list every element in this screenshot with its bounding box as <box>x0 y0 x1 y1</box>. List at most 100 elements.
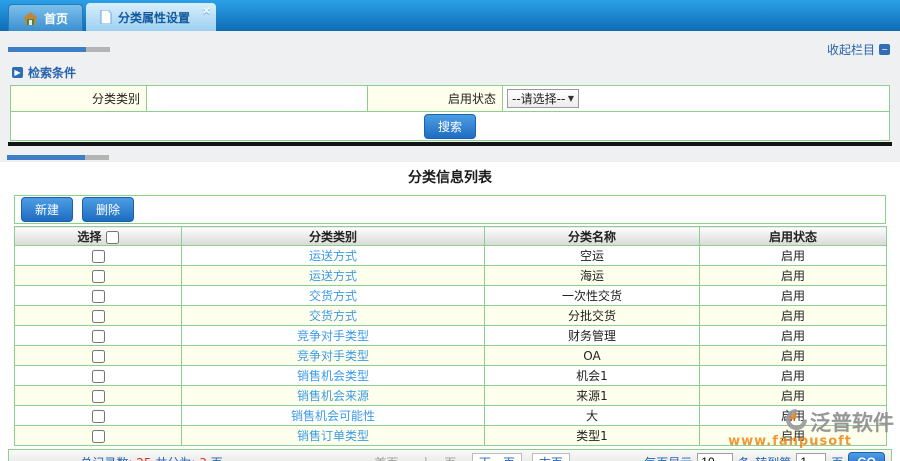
table-row: 销售机会类型 机会1 启用 <box>14 365 887 386</box>
page-top-strip: 收起栏目 − <box>0 31 900 58</box>
row-checkbox[interactable] <box>91 409 105 423</box>
category-field-cell <box>147 86 368 111</box>
select-cell <box>14 265 182 286</box>
status-cell: 启用 <box>699 285 887 306</box>
row-checkbox[interactable] <box>91 389 105 403</box>
category-link[interactable]: 销售机会可能性 <box>291 409 375 423</box>
name-cell: 大 <box>484 405 700 426</box>
tab-category-settings[interactable]: 分类属性设置 × <box>86 3 217 31</box>
name-cell: 海运 <box>484 265 700 286</box>
category-link[interactable]: 交货方式 <box>309 309 357 323</box>
select-cell <box>14 245 182 266</box>
status-cell: 启用 <box>699 245 887 266</box>
goto-page-input[interactable] <box>796 453 827 461</box>
new-button[interactable]: 新建 <box>21 197 74 222</box>
row-checkbox[interactable] <box>91 309 105 323</box>
collapse-icon: − <box>879 43 890 55</box>
status-select[interactable]: --请选择-- ▼ <box>507 89 579 108</box>
name-cell: 机会1 <box>484 365 700 386</box>
category-link[interactable]: 销售机会来源 <box>297 389 369 403</box>
row-checkbox[interactable] <box>91 269 105 283</box>
record-summary: 总记录数: 25 共分为: 3 页 <box>9 454 294 461</box>
go-button[interactable]: GO <box>848 452 885 461</box>
category-table: 选择 分类类别 分类名称 启用状态 运送方式 空运 启用 运送方式 海运 启用 交货方式 一次… <box>14 226 887 446</box>
first-page-link[interactable]: 首页 <box>368 454 404 461</box>
name-cell: 空运 <box>484 245 700 266</box>
header-select: 选择 <box>14 226 182 246</box>
select-cell <box>14 325 182 346</box>
name-cell: 类型1 <box>484 425 700 446</box>
name-cell: 来源1 <box>484 385 700 406</box>
category-link[interactable]: 销售订单类型 <box>297 429 369 443</box>
category-cell: 销售机会类型 <box>181 365 485 386</box>
category-cell: 运送方式 <box>181 265 485 286</box>
list-panel: 分类信息列表 新建 删除 选择 分类类别 分类名称 启用状态 运送方式 空运 启用运… <box>0 162 900 461</box>
total-records: 25 <box>136 456 151 461</box>
row-checkbox[interactable] <box>91 329 105 343</box>
per-page-input[interactable] <box>697 453 734 461</box>
page-size-controls: 每页显示 条 转到第 页 GO <box>644 452 891 461</box>
search-button[interactable]: 搜索 <box>423 113 476 139</box>
category-link[interactable]: 运送方式 <box>309 269 357 283</box>
status-cell: 启用 <box>699 305 887 326</box>
status-cell: 启用 <box>699 365 887 386</box>
category-link[interactable]: 运送方式 <box>309 249 357 263</box>
category-input[interactable] <box>147 86 367 111</box>
select-cell <box>14 425 182 446</box>
row-checkbox[interactable] <box>91 349 105 363</box>
name-cell: OA <box>484 345 700 366</box>
select-cell <box>14 365 182 386</box>
row-checkbox[interactable] <box>91 289 105 303</box>
category-link[interactable]: 销售机会类型 <box>297 369 369 383</box>
row-checkbox[interactable] <box>91 369 105 383</box>
close-icon[interactable]: × <box>202 4 211 17</box>
document-icon <box>100 9 112 25</box>
row-checkbox[interactable] <box>91 249 105 263</box>
category-link[interactable]: 竞争对手类型 <box>297 349 369 363</box>
search-panel-title: 检索条件 <box>28 66 77 80</box>
table-row: 竞争对手类型 财务管理 启用 <box>14 325 887 346</box>
next-page-link[interactable]: 下一页 <box>472 452 523 461</box>
app-window: 首页 分类属性设置 × 收起栏目 − ▶ 检索条件 分类类别 启用状态 --请选… <box>0 0 900 461</box>
select-cell <box>14 405 182 426</box>
status-cell: 启用 <box>699 325 887 346</box>
collapse-columns-link[interactable]: 收起栏目 − <box>827 41 890 58</box>
category-link[interactable]: 竞争对手类型 <box>297 329 369 343</box>
total-pages: 3 <box>199 456 207 461</box>
prev-page-link[interactable]: 上一页 <box>414 454 462 461</box>
row-checkbox[interactable] <box>91 429 105 443</box>
select-cell <box>14 385 182 406</box>
category-cell: 销售机会可能性 <box>181 405 485 426</box>
goto-label: 转到第 <box>755 454 791 461</box>
name-cell: 财务管理 <box>484 325 700 346</box>
table-row: 运送方式 海运 启用 <box>14 265 887 286</box>
select-cell <box>14 285 182 306</box>
table-row: 运送方式 空运 启用 <box>14 245 887 266</box>
status-cell: 启用 <box>699 345 887 366</box>
header-name: 分类名称 <box>484 226 700 246</box>
category-cell: 销售订单类型 <box>181 425 485 446</box>
search-panel-header: ▶ 检索条件 <box>0 55 900 85</box>
status-cell: 启用 <box>699 405 887 426</box>
pagination-bar: 总记录数: 25 共分为: 3 页 首页 上一页 下一页 末页 每页显示 条 转… <box>8 449 892 461</box>
header-status: 启用状态 <box>699 226 887 246</box>
delete-button[interactable]: 删除 <box>82 197 135 222</box>
divider-bar <box>7 155 109 160</box>
table-row: 交货方式 分批交货 启用 <box>14 305 887 326</box>
name-cell: 分批交货 <box>484 305 700 326</box>
arrow-right-icon: ▶ <box>12 67 23 78</box>
name-cell: 一次性交货 <box>484 285 700 306</box>
category-link[interactable]: 交货方式 <box>309 289 357 303</box>
search-button-row: 搜索 <box>11 111 889 140</box>
search-form-row: 分类类别 启用状态 --请选择-- ▼ <box>11 86 889 111</box>
table-header-row: 选择 分类类别 分类名称 启用状态 <box>14 226 887 246</box>
select-cell <box>14 345 182 366</box>
tab-home[interactable]: 首页 <box>8 4 84 31</box>
category-cell: 交货方式 <box>181 305 485 326</box>
pagination-links: 首页 上一页 下一页 末页 <box>294 452 644 461</box>
per-page-label: 每页显示 <box>644 454 692 461</box>
collapse-columns-label: 收起栏目 <box>826 42 875 57</box>
list-title: 分类信息列表 <box>408 170 492 186</box>
select-all-checkbox[interactable] <box>105 230 119 244</box>
last-page-link[interactable]: 末页 <box>531 452 570 461</box>
